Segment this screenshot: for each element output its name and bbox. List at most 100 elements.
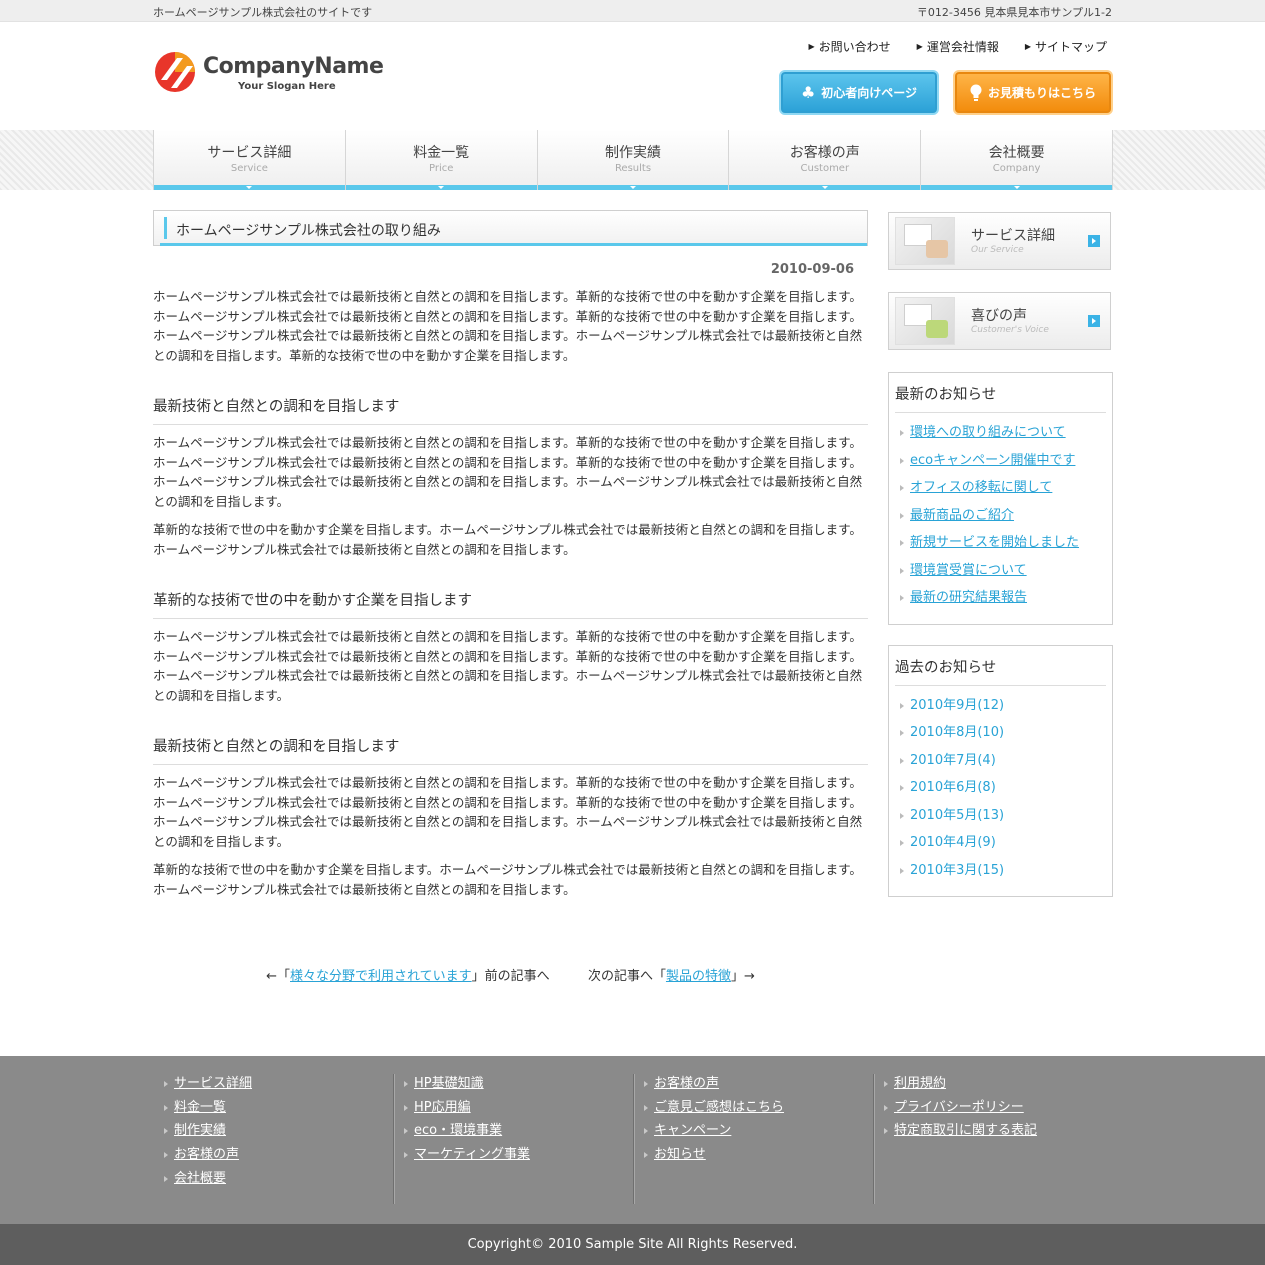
footer-link[interactable]: 利用規約 <box>894 1076 946 1091</box>
news-link[interactable]: 新規サービスを開始しました <box>910 535 1079 550</box>
banner-customer-voice[interactable]: 喜びの声 Customer's Voice <box>888 292 1111 350</box>
nav-arrow-icon <box>438 186 445 189</box>
estimate-button-label: お見積もりはこちら <box>987 86 1096 100</box>
list-item: 会社概要 <box>163 1167 393 1191</box>
banner-service[interactable]: サービス詳細 Our Service <box>888 212 1111 270</box>
archive-link[interactable]: 2010年8月(10) <box>910 725 1004 740</box>
footer-link[interactable]: 特定商取引に関する表記 <box>894 1123 1037 1138</box>
util-link-company-info[interactable]: ▶ 運営会社情報 <box>917 38 999 55</box>
archive-box: 過去のお知らせ 2010年9月(12) 2010年8月(10) 2010年7月(… <box>888 644 1113 897</box>
list-item: eco・環境事業 <box>403 1119 633 1143</box>
list-item: 2010年8月(10) <box>895 719 1106 747</box>
footer-link[interactable]: 料金一覧 <box>174 1100 226 1115</box>
nav-arrow-icon <box>629 186 636 189</box>
section-paragraph: 革新的な技術で世の中を動かす企業を目指します。ホームページサンプル株式会社では最… <box>153 522 862 557</box>
list-item: HP応用編 <box>403 1096 633 1120</box>
beginner-page-button[interactable]: ♣ 初心者向けページ <box>779 70 939 115</box>
archive-heading: 過去のお知らせ <box>895 646 1106 686</box>
intro-paragraph: ホームページサンプル株式会社では最新技術と自然との調和を目指します。革新的な技術… <box>153 289 863 363</box>
nav-item-price[interactable]: 料金一覧 Price <box>345 130 538 190</box>
list-item: 2010年7月(4) <box>895 747 1106 775</box>
news-link[interactable]: 環境賞受賞について <box>910 563 1027 578</box>
nav-label: お客様の声 <box>789 145 860 161</box>
service-thumbnail-icon <box>895 217 955 265</box>
list-item: 2010年5月(13) <box>895 802 1106 830</box>
footer-link[interactable]: プライバシーポリシー <box>894 1100 1024 1115</box>
util-link-sitemap[interactable]: ▶ サイトマップ <box>1025 38 1107 55</box>
footer-link[interactable]: お知らせ <box>654 1147 706 1162</box>
footer-link[interactable]: HP応用編 <box>414 1100 471 1115</box>
list-item: お客様の声 <box>643 1072 873 1096</box>
list-item: お客様の声 <box>163 1143 393 1167</box>
list-item: 環境賞受賞について <box>895 557 1106 585</box>
arrow-right-icon <box>1088 235 1100 247</box>
footer-link[interactable]: サービス詳細 <box>174 1076 252 1091</box>
archive-link[interactable]: 2010年4月(9) <box>910 835 996 850</box>
nav-item-service[interactable]: サービス詳細 Service <box>153 130 346 190</box>
company-logo[interactable]: CompanyName Your Slogan Here <box>153 50 384 98</box>
section-paragraph: 革新的な技術で世の中を動かす企業を目指します。ホームページサンプル株式会社では最… <box>153 862 862 897</box>
nav-sublabel: Results <box>614 163 652 174</box>
section-heading: 革新的な技術で世の中を動かす企業を目指します <box>153 589 868 619</box>
news-link[interactable]: 最新の研究結果報告 <box>910 590 1027 605</box>
list-item: 2010年3月(15) <box>895 857 1106 885</box>
nav-arrow-icon <box>1013 186 1020 189</box>
nav-sublabel: Service <box>230 163 268 174</box>
voice-thumbnail-icon <box>895 297 955 345</box>
news-link[interactable]: 最新商品のご紹介 <box>910 508 1014 523</box>
next-prefix: 次の記事へ「 <box>587 969 666 984</box>
logo-mark-icon <box>155 52 195 92</box>
list-item: HP基礎知識 <box>403 1072 633 1096</box>
footer: サービス詳細 料金一覧 制作実績 お客様の声 会社概要 HP基礎知識 HP応用編… <box>0 1056 1265 1224</box>
footer-link[interactable]: HP基礎知識 <box>414 1076 484 1091</box>
archive-link[interactable]: 2010年3月(15) <box>910 863 1004 878</box>
nav-sublabel: Price <box>428 163 454 174</box>
title-accent <box>164 217 167 239</box>
footer-link[interactable]: 制作実績 <box>174 1123 226 1138</box>
util-link-label: お問い合わせ <box>818 40 891 54</box>
util-link-label: 運営会社情報 <box>926 40 999 54</box>
list-item: 2010年6月(8) <box>895 774 1106 802</box>
news-link[interactable]: ecoキャンペーン開催中です <box>910 453 1075 468</box>
banner-title: サービス詳細 <box>971 228 1055 244</box>
prev-prefix: ←「 <box>266 969 291 984</box>
sidebar: サービス詳細 Our Service 喜びの声 Customer's Voice… <box>888 210 1113 917</box>
main-content: ホームページサンプル株式会社の取り組み 2010-09-06 ホームページサンプ… <box>153 210 868 899</box>
archive-link[interactable]: 2010年6月(8) <box>910 780 996 795</box>
nav-item-customer[interactable]: お客様の声 Customer <box>729 130 922 190</box>
news-link[interactable]: オフィスの移転に関して <box>910 480 1052 495</box>
news-link[interactable]: 環境への取り組みについて <box>910 425 1066 440</box>
archive-link[interactable]: 2010年7月(4) <box>910 753 996 768</box>
nav-item-company[interactable]: 会社概要 Company <box>921 130 1113 190</box>
footer-link[interactable]: eco・環境事業 <box>414 1123 502 1138</box>
utility-links: ▶ お問い合わせ ▶ 運営会社情報 ▶ サイトマップ <box>808 38 1107 55</box>
util-link-contact[interactable]: ▶ お問い合わせ <box>808 38 890 55</box>
nav-sublabel: Customer <box>800 163 850 174</box>
footer-link[interactable]: お客様の声 <box>174 1147 239 1162</box>
section-paragraph: ホームページサンプル株式会社では最新技術と自然との調和を目指します。革新的な技術… <box>153 629 863 703</box>
footer-link[interactable]: お客様の声 <box>654 1076 719 1091</box>
next-suffix: 」→ <box>730 969 755 984</box>
estimate-button[interactable]: お見積もりはこちら <box>953 70 1113 115</box>
arrow-right-icon: ▶ <box>916 42 923 51</box>
list-item: 料金一覧 <box>163 1096 393 1120</box>
list-item: 2010年4月(9) <box>895 829 1106 857</box>
archive-link[interactable]: 2010年9月(12) <box>910 698 1004 713</box>
prev-post-link[interactable]: 様々な分野で利用されています <box>290 969 472 984</box>
latest-news-heading: 最新のお知らせ <box>895 373 1106 413</box>
footer-link[interactable]: キャンペーン <box>654 1123 731 1138</box>
footer-column: お客様の声 ご意見ご感想はこちら キャンペーン お知らせ <box>633 1056 873 1204</box>
nav-arrow-icon <box>246 186 253 189</box>
next-post-link[interactable]: 製品の特徴 <box>666 969 731 984</box>
list-item: ご意見ご感想はこちら <box>643 1096 873 1120</box>
footer-link[interactable]: ご意見ご感想はこちら <box>654 1100 784 1115</box>
list-item: キャンペーン <box>643 1119 873 1143</box>
footer-link[interactable]: マーケティング事業 <box>414 1147 530 1162</box>
banner-subtitle: Customer's Voice <box>971 325 1049 335</box>
nav-item-results[interactable]: 制作実績 Results <box>537 130 730 190</box>
arrow-right-icon <box>1088 315 1100 327</box>
footer-link[interactable]: 会社概要 <box>174 1171 226 1186</box>
archive-link[interactable]: 2010年5月(13) <box>910 808 1004 823</box>
list-item: 最新商品のご紹介 <box>895 502 1106 530</box>
list-item: 制作実績 <box>163 1119 393 1143</box>
